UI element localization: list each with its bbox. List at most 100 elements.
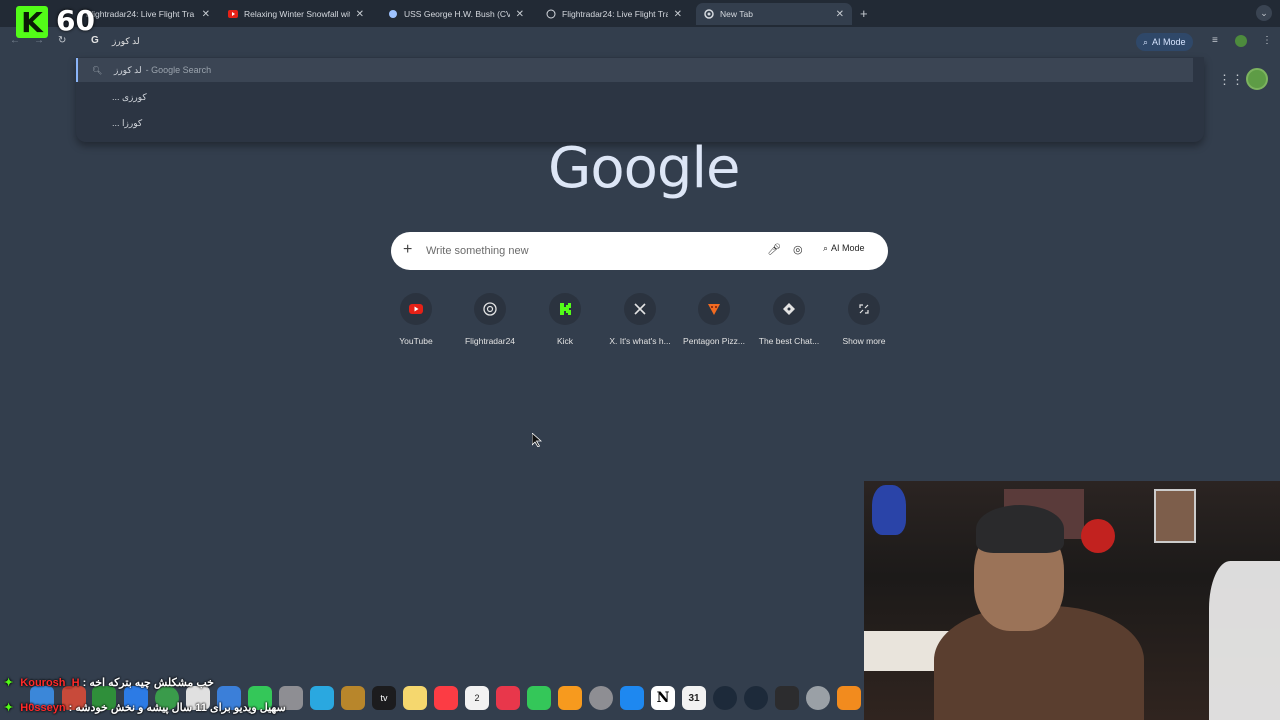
shortcut-chat[interactable]: The best Chat...: [752, 293, 826, 346]
chevron-down-icon[interactable]: ⌄: [1256, 5, 1272, 21]
tab-title: USS George H.W. Bush (CVN: [404, 9, 510, 19]
shortcut-x[interactable]: X. It's what's h...: [603, 293, 677, 346]
omnibox-dropdown: 🔍︎ لد کورز - Google Search ... کورزی ...…: [76, 57, 1204, 142]
expand-icon: [848, 293, 880, 325]
news-icon[interactable]: [496, 686, 520, 710]
ship-icon: [388, 9, 398, 19]
menu-icon[interactable]: ⋮: [1262, 35, 1272, 46]
tab-flightradar-1[interactable]: Flightradar24: Live Flight Tra ✕: [78, 3, 218, 25]
picture-frame-image: [1154, 489, 1196, 543]
calendar-small-label: 2: [474, 693, 480, 703]
shortcut-label: Pentagon Pizz...: [683, 336, 745, 346]
fl-studio-icon[interactable]: [837, 686, 861, 710]
shortcut-youtube[interactable]: YouTube: [379, 293, 453, 346]
suggestion-item[interactable]: 🔍︎ لد کورز - Google Search: [76, 58, 1193, 82]
tab-relaxing-winter[interactable]: Relaxing Winter Snowfall with ✕: [220, 3, 372, 25]
close-icon[interactable]: ✕: [356, 9, 364, 20]
ai-mode-label: AI Mode: [1152, 37, 1186, 47]
tab-new-tab[interactable]: New Tab ✕: [696, 3, 852, 25]
youtube-icon: [400, 293, 432, 325]
tab-title: Flightradar24: Live Flight Tra: [562, 9, 668, 19]
chat-icon: [773, 293, 805, 325]
chat-username: H0sseyn: [20, 702, 66, 714]
new-tab-button[interactable]: +: [860, 6, 868, 21]
shortcut-label: YouTube: [399, 336, 433, 346]
app-store-icon[interactable]: [620, 686, 644, 710]
close-icon[interactable]: ✕: [836, 9, 844, 20]
instrument-icon-2[interactable]: [744, 686, 768, 710]
ai-mode-button[interactable]: ⌕ AI Mode: [1136, 33, 1193, 51]
mouse-cursor-icon: [531, 432, 543, 450]
shortcut-kick[interactable]: Kick: [528, 293, 602, 346]
chat-username: Kourosh_H: [20, 677, 80, 689]
search-input[interactable]: [426, 241, 746, 261]
chat-message: ✦ Kourosh_H : خب مشکلش چیه بترکه اخه: [4, 677, 214, 689]
tab-flightradar-2[interactable]: Flightradar24: Live Flight Tra ✕: [538, 3, 690, 25]
notes-icon[interactable]: [341, 686, 365, 710]
toolbar: [0, 27, 1280, 57]
disk-utility-icon[interactable]: [806, 686, 830, 710]
search-box[interactable]: + 🎤︎ ◎ ⌕ AI Mode: [391, 232, 888, 270]
sparkle-badge-icon: ✦: [4, 702, 14, 714]
calendar-day-label: 31: [688, 692, 700, 704]
system-settings-icon[interactable]: [589, 686, 613, 710]
chat-message: ✦ H0sseyn : سهیل ویدیو برای 11 سال پیشه …: [4, 702, 286, 714]
shortcut-label: The best Chat...: [758, 336, 820, 346]
radar-icon: [546, 9, 556, 19]
notes-yellow-icon[interactable]: [403, 686, 427, 710]
calendar-31-icon[interactable]: 31: [682, 686, 706, 710]
apple-tv-label: tv: [380, 693, 388, 703]
webcam-feed: [864, 481, 1280, 720]
x-icon: [624, 293, 656, 325]
music-icon[interactable]: [434, 686, 458, 710]
unity-icon[interactable]: [775, 686, 799, 710]
shortcut-label: X. It's what's h...: [609, 336, 671, 346]
omnibox-input[interactable]: لد کورز: [112, 36, 140, 47]
search-icon: 🔍︎: [92, 65, 103, 75]
tab-title: Relaxing Winter Snowfall with: [244, 9, 350, 19]
reading-list-icon[interactable]: ≡: [1212, 35, 1218, 46]
camera-lens-icon[interactable]: ◎: [793, 243, 803, 256]
guitar-image: [872, 485, 906, 535]
close-icon[interactable]: ✕: [674, 9, 682, 20]
suggestion-text: ... کورزا: [112, 117, 143, 128]
sparkle-search-icon: ⌕: [823, 243, 829, 253]
close-icon[interactable]: ✕: [202, 9, 210, 20]
plus-icon[interactable]: +: [403, 241, 412, 259]
calendar-icon[interactable]: 2: [465, 686, 489, 710]
suggestion-item[interactable]: ... کورزا: [76, 111, 1193, 135]
ai-mode-button[interactable]: ⌕ AI Mode: [823, 243, 865, 254]
sparkle-badge-icon: ✦: [4, 677, 14, 689]
profile-icon[interactable]: [1235, 35, 1247, 47]
shortcut-label: Show more: [842, 336, 886, 346]
suggestion-text: ... کورزی: [112, 91, 147, 102]
chat-text: سهیل ویدیو برای 11 سال پیشه و نخش خودشه: [75, 702, 286, 714]
shortcut-show-more[interactable]: Show more: [827, 293, 901, 346]
close-icon[interactable]: ✕: [516, 9, 524, 20]
suggestion-item[interactable]: ... کورزی: [76, 85, 1193, 109]
shortcut-pentagon-pizza[interactable]: Pentagon Pizz...: [677, 293, 751, 346]
microphone-icon[interactable]: 🎤︎: [767, 243, 781, 256]
ai-mode-label: AI Mode: [831, 243, 865, 253]
gaming-chair-image: [1209, 561, 1280, 720]
freeform-icon[interactable]: [310, 686, 334, 710]
reload-icon[interactable]: ↻: [58, 35, 66, 46]
suggestion-hint: - Google Search: [145, 65, 212, 75]
pages-icon[interactable]: [558, 686, 582, 710]
red-ball-image: [1081, 519, 1115, 553]
tab-title: New Tab: [720, 9, 753, 19]
youtube-icon: [228, 9, 238, 19]
tab-uss-bush[interactable]: USS George H.W. Bush (CVN ✕: [380, 3, 532, 25]
avatar[interactable]: [1246, 68, 1268, 90]
shortcut-flightradar24[interactable]: Flightradar24: [453, 293, 527, 346]
instrument-icon[interactable]: [713, 686, 737, 710]
apple-tv-icon[interactable]: tv: [372, 686, 396, 710]
back-icon[interactable]: ←: [10, 35, 20, 46]
person-beanie: [976, 505, 1064, 553]
chrome-icon: [704, 9, 714, 19]
numbers-icon[interactable]: [527, 686, 551, 710]
sparkle-search-icon: ⌕: [1143, 36, 1149, 47]
forward-icon[interactable]: →: [34, 35, 44, 46]
notion-icon[interactable]: N: [651, 686, 675, 710]
google-logo: Google: [548, 136, 740, 201]
